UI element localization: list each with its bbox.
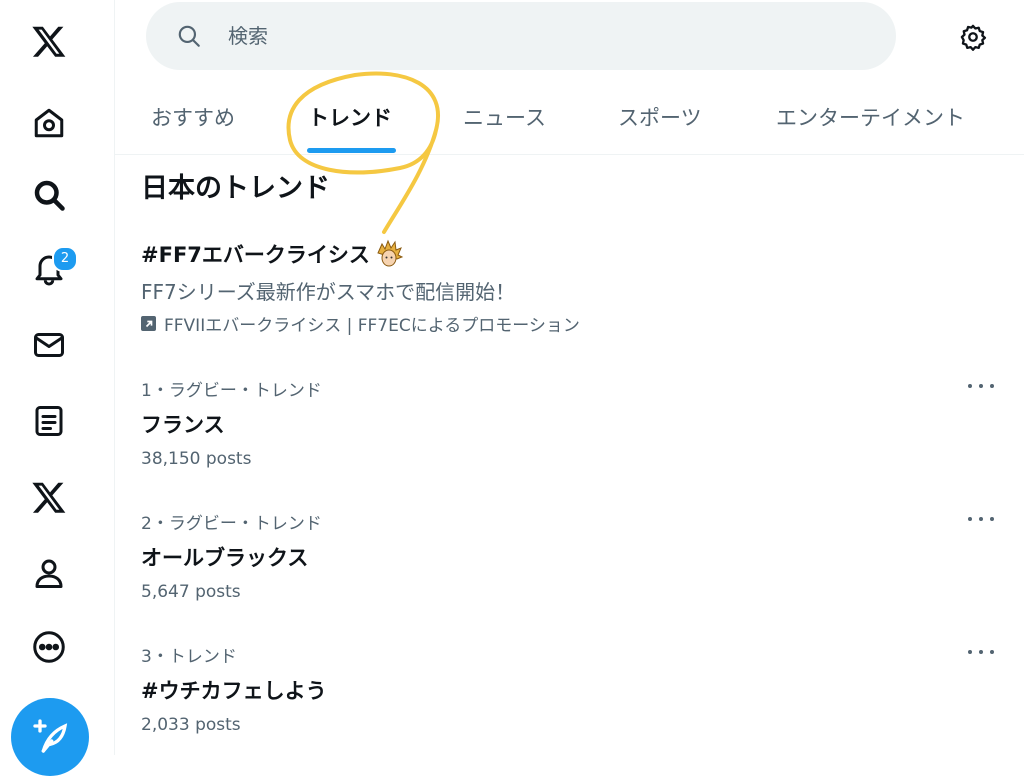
promoted-by-line[interactable]: FFVIIエバークライシス | FF7ECによるプロモーション [141, 311, 580, 336]
notifications-icon[interactable]: 2 [22, 242, 78, 296]
tab-recommended[interactable]: おすすめ [151, 102, 235, 132]
promoted-trend-name: #FF7エバークライシス [141, 243, 370, 267]
trend-item[interactable]: 3・トレンド #ウチカフェしよう 2,033 posts [141, 642, 1001, 735]
more-options-icon[interactable] [968, 376, 994, 396]
trend-meta: 3・トレンド [141, 647, 237, 667]
messages-icon[interactable] [22, 318, 76, 372]
trend-meta: 2・ラグビー・トレンド [141, 514, 322, 534]
tab-entertainment[interactable]: エンターテイメント [776, 102, 965, 132]
search-icon [178, 25, 200, 47]
compose-button[interactable] [11, 698, 89, 776]
trend-name: オールブラックス [141, 546, 309, 570]
notification-badge: 2 [52, 246, 78, 272]
promoted-trend-description: FF7シリーズ最新作がスマホで配信開始！ [141, 280, 516, 304]
trend-name: フランス [141, 413, 225, 437]
gear-icon [960, 24, 987, 51]
tab-bar: おすすめ トレンド ニュース スポーツ エンターテイメント [115, 80, 1024, 155]
home-icon[interactable] [22, 96, 76, 150]
explore-icon[interactable] [22, 168, 76, 222]
tab-news[interactable]: ニュース [463, 102, 546, 132]
character-emoji-icon [377, 239, 404, 267]
trend-name: #ウチカフェしよう [141, 679, 327, 703]
feather-plus-icon [33, 719, 68, 753]
more-icon[interactable] [22, 620, 76, 674]
promoted-arrow-icon [141, 316, 156, 331]
promoted-by-text: FFVIIエバークライシス | FF7ECによるプロモーション [164, 316, 580, 336]
settings-gear-button[interactable] [956, 20, 990, 54]
search-bar[interactable] [146, 2, 896, 70]
trend-post-count: 5,647 posts [141, 582, 241, 602]
profile-icon[interactable] [22, 546, 76, 600]
trend-post-count: 2,033 posts [141, 715, 241, 735]
trend-item[interactable]: 2・ラグビー・トレンド オールブラックス 5,647 posts [141, 509, 1001, 602]
active-tab-indicator [307, 148, 396, 153]
premium-icon[interactable] [22, 470, 76, 524]
trend-meta: 1・ラグビー・トレンド [141, 381, 322, 401]
lists-icon[interactable] [22, 394, 76, 448]
tab-sports[interactable]: スポーツ [618, 102, 702, 132]
sidebar-nav: 2 [0, 0, 115, 755]
x-logo-icon[interactable] [22, 14, 76, 68]
trend-post-count: 38,150 posts [141, 449, 252, 469]
section-title: 日本のトレンド [141, 173, 330, 204]
more-options-icon[interactable] [968, 509, 994, 529]
more-options-icon[interactable] [968, 642, 994, 662]
search-input[interactable] [226, 23, 830, 49]
promoted-trend-title[interactable]: #FF7エバークライシス [141, 239, 404, 269]
tab-trending[interactable]: トレンド [308, 102, 392, 132]
trend-item[interactable]: 1・ラグビー・トレンド フランス 38,150 posts [141, 376, 1001, 469]
